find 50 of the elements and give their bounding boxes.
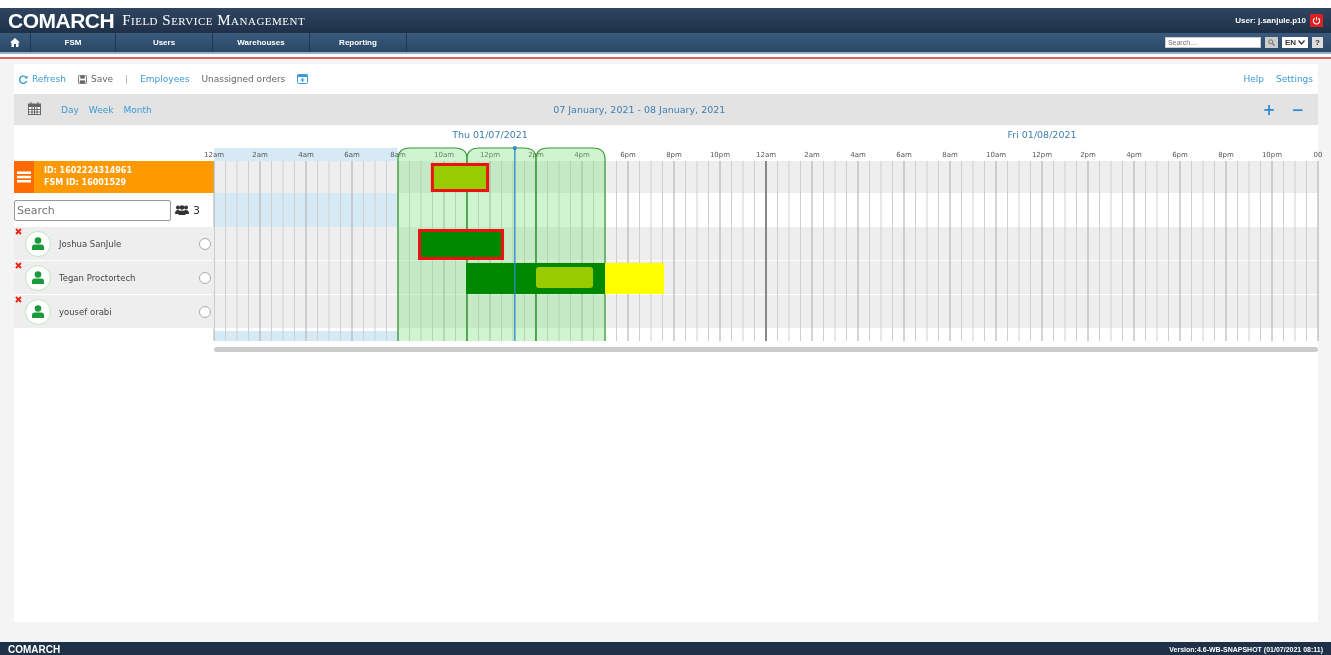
nav-tab[interactable]: Reporting	[310, 33, 407, 52]
schedule-bar[interactable]	[430, 163, 490, 192]
footer-brand: COMARCH	[8, 643, 61, 655]
date-range: 07 January, 2021 - 08 January, 2021	[552, 104, 727, 115]
view-tab[interactable]: Employees	[140, 74, 190, 84]
help-link[interactable]: Help	[1243, 74, 1265, 84]
employee-search-field[interactable]: Search	[14, 199, 171, 221]
power-icon[interactable]	[1310, 14, 1323, 27]
employee-name: yousef orabi	[59, 306, 113, 317]
avatar-icon	[25, 230, 51, 257]
refresh-button[interactable]: Refresh	[19, 74, 66, 84]
brand-logo: COMARCH	[8, 8, 115, 33]
select-radio[interactable]	[199, 305, 211, 318]
employee-row[interactable]: Tegan Proctortech	[14, 261, 214, 294]
employee-row[interactable]: yousef orabi	[14, 295, 214, 328]
employee-count: 3	[193, 203, 200, 217]
nav-tab[interactable]: Users	[116, 33, 213, 52]
search-button[interactable]	[1264, 37, 1278, 48]
avatar-icon	[25, 298, 51, 325]
user-label: User: j.sanjule.p10	[1235, 16, 1306, 25]
employee-name: Tegan Proctortech	[59, 272, 137, 283]
employee-name: Joshua SanJule	[59, 238, 123, 249]
remove-icon[interactable]	[15, 262, 22, 269]
fsm-id: FSM ID: 16001529	[44, 177, 128, 189]
scrollbar[interactable]	[214, 347, 1318, 352]
employee-row[interactable]: Joshua SanJule	[14, 227, 214, 260]
refresh-icon	[19, 74, 28, 84]
help-button[interactable]: ?	[1312, 37, 1323, 48]
day-label: Thu 01/07/2021	[452, 129, 528, 140]
separator: |	[125, 74, 129, 84]
caret-icon	[1298, 40, 1305, 45]
nav-tab[interactable]: FSM	[31, 33, 116, 52]
app-title: Field Service Management	[122, 12, 306, 29]
people-icon	[175, 205, 189, 215]
language-select[interactable]: EN	[1281, 37, 1308, 48]
calendar-icon[interactable]	[28, 102, 41, 117]
list-icon	[17, 171, 31, 183]
nav-tab[interactable]: Warehouses	[213, 33, 310, 52]
remove-icon[interactable]	[15, 296, 22, 303]
avatar-icon	[25, 264, 51, 291]
day-label: Fri 01/08/2021	[1007, 129, 1077, 140]
select-radio[interactable]	[199, 237, 211, 250]
calendar-add-icon[interactable]	[297, 72, 309, 86]
settings-link[interactable]: Settings	[1276, 74, 1313, 84]
save-button[interactable]: Save	[78, 74, 114, 84]
order-id: ID: 1602224314961	[44, 165, 132, 177]
schedule-bar[interactable]	[536, 267, 594, 288]
select-radio[interactable]	[199, 271, 211, 284]
remove-icon[interactable]	[15, 228, 22, 235]
view-tab[interactable]: Unassigned orders	[201, 74, 286, 84]
